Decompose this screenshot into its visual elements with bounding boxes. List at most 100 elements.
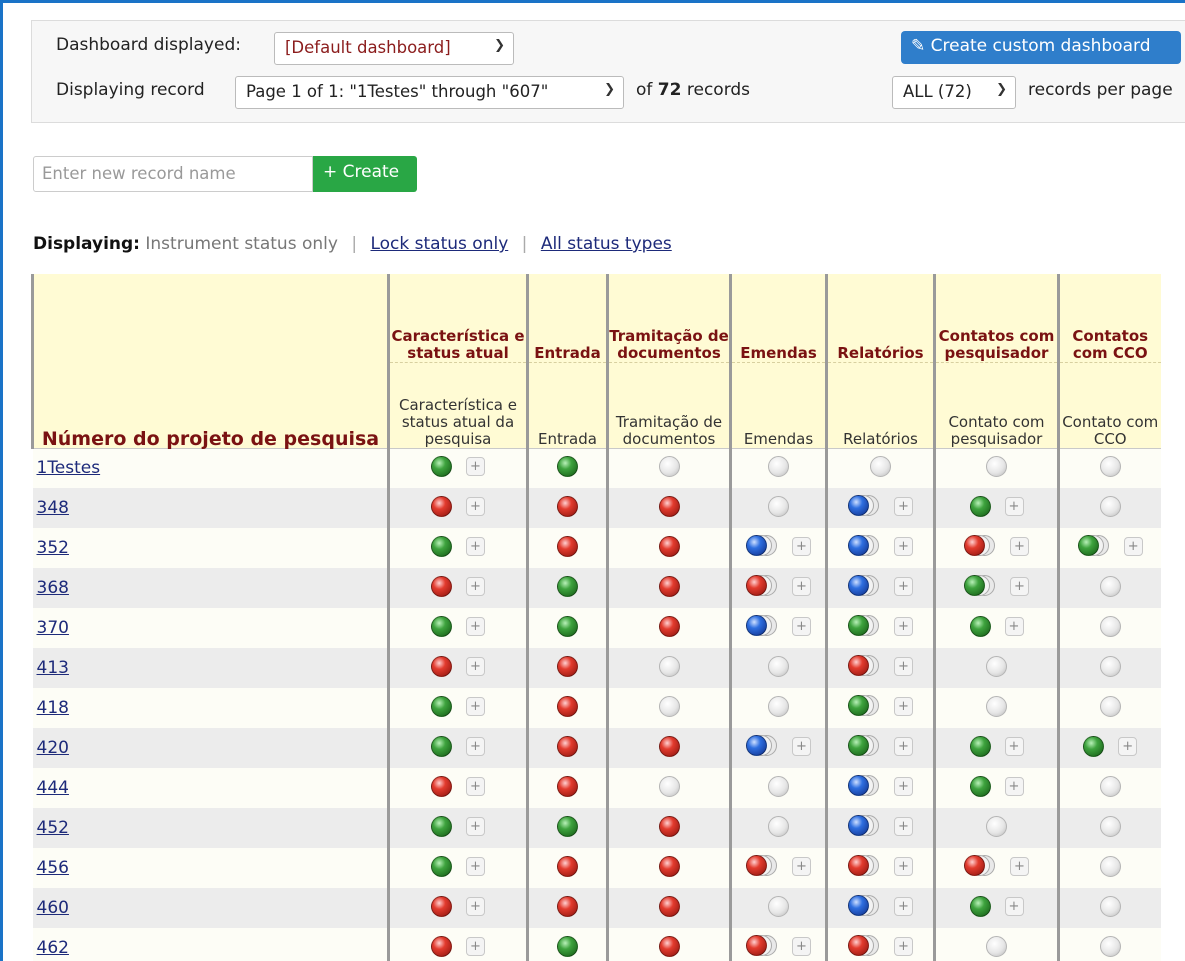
green-status-circle-icon[interactable] bbox=[557, 935, 578, 957]
multi-instance-status-icon[interactable] bbox=[848, 815, 880, 837]
red-status-circle-icon[interactable] bbox=[658, 575, 680, 597]
multi-instance-status-icon[interactable] bbox=[964, 535, 996, 557]
green-status-circle-icon[interactable] bbox=[557, 455, 578, 477]
green-status-circle-icon[interactable] bbox=[431, 855, 452, 877]
add-instance-plus-icon[interactable]: + bbox=[894, 896, 913, 916]
gray-status-circle-icon[interactable] bbox=[768, 695, 789, 717]
red-status-circle-icon[interactable] bbox=[557, 735, 578, 757]
records-per-page-select[interactable]: ALL (72) ❯ bbox=[892, 76, 1016, 109]
add-instance-plus-icon[interactable]: + bbox=[894, 656, 913, 676]
add-instance-plus-icon[interactable]: + bbox=[894, 616, 913, 636]
add-instance-plus-icon[interactable]: + bbox=[1004, 736, 1024, 756]
multi-instance-status-icon[interactable] bbox=[848, 575, 880, 597]
gray-status-circle-icon[interactable] bbox=[768, 655, 789, 677]
add-instance-plus-icon[interactable]: + bbox=[466, 736, 485, 756]
multi-instance-status-icon[interactable] bbox=[848, 935, 880, 957]
green-status-circle-icon[interactable] bbox=[969, 615, 991, 637]
green-status-circle-icon[interactable] bbox=[557, 575, 578, 597]
multi-instance-status-icon[interactable] bbox=[746, 615, 778, 637]
multi-instance-status-icon[interactable] bbox=[746, 935, 778, 957]
record-link[interactable]: 413 bbox=[37, 658, 69, 678]
record-link[interactable]: 460 bbox=[37, 898, 69, 918]
multi-instance-status-icon[interactable] bbox=[746, 855, 778, 877]
gray-status-circle-icon[interactable] bbox=[1099, 455, 1121, 477]
dashboard-select[interactable]: [Default dashboard] ❯ bbox=[274, 32, 514, 65]
green-status-circle-icon[interactable] bbox=[969, 895, 991, 917]
add-instance-plus-icon[interactable]: + bbox=[466, 456, 485, 476]
lock-status-only-link[interactable]: Lock status only bbox=[370, 234, 508, 254]
new-record-name-input[interactable]: Enter new record name bbox=[33, 156, 313, 192]
multi-instance-status-icon[interactable] bbox=[964, 575, 996, 597]
add-instance-plus-icon[interactable]: + bbox=[894, 736, 913, 756]
multi-instance-status-icon[interactable] bbox=[848, 655, 880, 677]
add-instance-plus-icon[interactable]: + bbox=[466, 696, 485, 716]
red-status-circle-icon[interactable] bbox=[658, 735, 680, 757]
green-status-circle-icon[interactable] bbox=[969, 495, 991, 517]
multi-instance-status-icon[interactable] bbox=[746, 575, 778, 597]
multi-instance-status-icon[interactable] bbox=[848, 775, 880, 797]
add-instance-plus-icon[interactable]: + bbox=[1004, 776, 1024, 796]
record-link[interactable]: 420 bbox=[37, 738, 69, 758]
record-link[interactable]: 452 bbox=[37, 818, 69, 838]
gray-status-circle-icon[interactable] bbox=[870, 455, 891, 477]
add-instance-plus-icon[interactable]: + bbox=[1004, 896, 1024, 916]
add-instance-plus-icon[interactable]: + bbox=[894, 576, 913, 596]
green-status-circle-icon[interactable] bbox=[557, 815, 578, 837]
green-status-circle-icon[interactable] bbox=[431, 735, 452, 757]
gray-status-circle-icon[interactable] bbox=[1099, 815, 1121, 837]
gray-status-circle-icon[interactable] bbox=[768, 775, 789, 797]
add-instance-plus-icon[interactable]: + bbox=[466, 616, 485, 636]
record-link[interactable]: 368 bbox=[37, 578, 69, 598]
gray-status-circle-icon[interactable] bbox=[658, 775, 680, 797]
gray-status-circle-icon[interactable] bbox=[768, 495, 789, 517]
add-instance-plus-icon[interactable]: + bbox=[1004, 616, 1024, 636]
gray-status-circle-icon[interactable] bbox=[986, 655, 1007, 677]
red-status-circle-icon[interactable] bbox=[658, 535, 680, 557]
add-instance-plus-icon[interactable]: + bbox=[1004, 496, 1024, 516]
gray-status-circle-icon[interactable] bbox=[658, 655, 680, 677]
green-status-circle-icon[interactable] bbox=[431, 695, 452, 717]
record-link[interactable]: 462 bbox=[37, 938, 69, 958]
add-instance-plus-icon[interactable]: + bbox=[792, 616, 811, 636]
gray-status-circle-icon[interactable] bbox=[768, 895, 789, 917]
add-instance-plus-icon[interactable]: + bbox=[466, 936, 485, 956]
red-status-circle-icon[interactable] bbox=[658, 495, 680, 517]
multi-instance-status-icon[interactable] bbox=[848, 735, 880, 757]
add-instance-plus-icon[interactable]: + bbox=[466, 536, 485, 556]
red-status-circle-icon[interactable] bbox=[557, 535, 578, 557]
record-link[interactable]: 418 bbox=[37, 698, 69, 718]
add-instance-plus-icon[interactable]: + bbox=[466, 496, 485, 516]
record-link[interactable]: 444 bbox=[37, 778, 69, 798]
red-status-circle-icon[interactable] bbox=[431, 935, 452, 957]
add-instance-plus-icon[interactable]: + bbox=[894, 856, 913, 876]
gray-status-circle-icon[interactable] bbox=[1099, 615, 1121, 637]
add-instance-plus-icon[interactable]: + bbox=[466, 816, 485, 836]
add-instance-plus-icon[interactable]: + bbox=[792, 576, 811, 596]
gray-status-circle-icon[interactable] bbox=[658, 455, 680, 477]
add-instance-plus-icon[interactable]: + bbox=[1010, 856, 1029, 876]
add-instance-plus-icon[interactable]: + bbox=[1118, 736, 1138, 756]
gray-status-circle-icon[interactable] bbox=[1099, 855, 1121, 877]
gray-status-circle-icon[interactable] bbox=[986, 815, 1007, 837]
multi-instance-status-icon[interactable] bbox=[848, 855, 880, 877]
red-status-circle-icon[interactable] bbox=[431, 575, 452, 597]
red-status-circle-icon[interactable] bbox=[431, 655, 452, 677]
red-status-circle-icon[interactable] bbox=[557, 895, 578, 917]
gray-status-circle-icon[interactable] bbox=[1099, 935, 1121, 957]
gray-status-circle-icon[interactable] bbox=[1099, 495, 1121, 517]
green-status-circle-icon[interactable] bbox=[969, 775, 991, 797]
gray-status-circle-icon[interactable] bbox=[768, 815, 789, 837]
gray-status-circle-icon[interactable] bbox=[1099, 575, 1121, 597]
record-link[interactable]: 370 bbox=[37, 618, 69, 638]
multi-instance-status-icon[interactable] bbox=[848, 495, 880, 517]
gray-status-circle-icon[interactable] bbox=[658, 695, 680, 717]
create-custom-dashboard-button[interactable]: ✎ Create custom dashboard bbox=[901, 31, 1181, 64]
green-status-circle-icon[interactable] bbox=[431, 455, 452, 477]
create-record-button[interactable]: + Create bbox=[313, 156, 417, 192]
all-status-types-link[interactable]: All status types bbox=[541, 234, 672, 254]
red-status-circle-icon[interactable] bbox=[557, 775, 578, 797]
add-instance-plus-icon[interactable]: + bbox=[466, 896, 485, 916]
multi-instance-status-icon[interactable] bbox=[848, 695, 880, 717]
add-instance-plus-icon[interactable]: + bbox=[894, 536, 913, 556]
gray-status-circle-icon[interactable] bbox=[986, 935, 1007, 957]
